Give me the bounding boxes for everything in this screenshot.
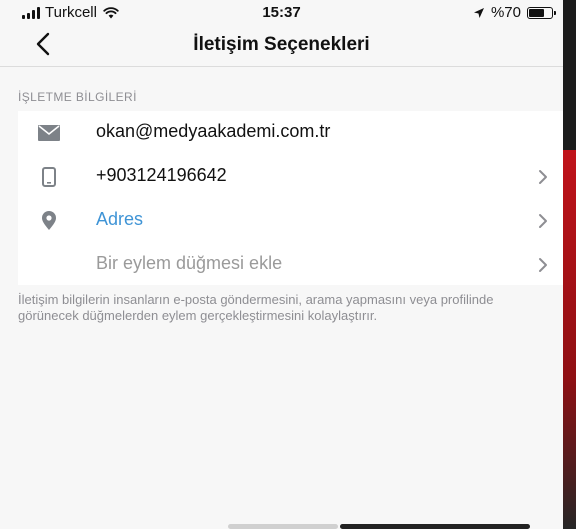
address-label: Adres xyxy=(96,209,144,229)
email-label: okan@medyaakademi.com.tr xyxy=(96,121,331,141)
chevron-right-icon xyxy=(539,214,547,228)
section-header: İŞLETME BİLGİLERİ xyxy=(18,90,137,104)
add-action-button-label: Bir eylem düğmesi ekle xyxy=(96,253,283,273)
status-bar: Turkcell 15:37 %70 xyxy=(0,0,563,24)
phone-icon xyxy=(38,166,60,188)
device-edge-red xyxy=(563,150,576,529)
footer-note: İletişim bilgilerin insanların e-posta g… xyxy=(18,292,494,323)
page-title: İletişim Seçenekleri xyxy=(193,34,370,55)
battery-icon xyxy=(527,6,556,19)
status-right: %70 xyxy=(473,4,556,21)
chevron-right-icon xyxy=(539,258,547,272)
battery-percent: %70 xyxy=(490,4,521,21)
battery-fill xyxy=(529,8,544,17)
phone-screen: Turkcell 15:37 %70 İletişim Seçenekleri … xyxy=(0,0,563,529)
address-row[interactable]: Adres xyxy=(18,199,563,243)
email-row[interactable]: okan@medyaakademi.com.tr xyxy=(18,111,563,155)
home-indicator xyxy=(228,524,338,529)
device-edge xyxy=(563,0,576,150)
location-arrow-icon xyxy=(473,7,484,18)
chevron-right-icon xyxy=(539,170,547,184)
contact-options-list: okan@medyaakademi.com.tr +903124196642 A… xyxy=(18,111,563,285)
nav-bar: İletişim Seçenekleri xyxy=(0,24,563,67)
home-indicator-dark xyxy=(340,524,530,529)
location-pin-icon xyxy=(38,210,60,232)
phone-row[interactable]: +903124196642 xyxy=(18,155,563,199)
add-action-button-row[interactable]: Bir eylem düğmesi ekle xyxy=(18,243,563,287)
mail-icon xyxy=(38,122,60,144)
phone-label: +903124196642 xyxy=(96,165,227,185)
